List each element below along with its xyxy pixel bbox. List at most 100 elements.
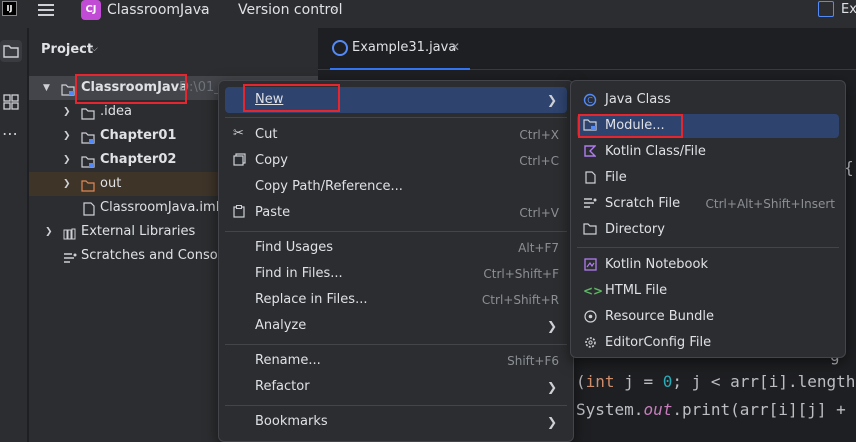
kotlin-notebook-icon (583, 258, 597, 272)
more-tools-icon[interactable]: ⋯ (2, 124, 19, 143)
chevron-down-icon: ⌵ (331, 3, 339, 14)
menu-item-label: Copy (255, 153, 288, 168)
menu-separator (577, 247, 839, 248)
code-number: 0 (662, 372, 673, 391)
menu-item-shortcut: Ctrl+V (519, 206, 559, 220)
code-field: out (643, 400, 673, 419)
version-control-menu[interactable]: Version control (238, 2, 342, 18)
submenu-item-label: Kotlin Notebook (605, 257, 708, 272)
chevron-right-icon[interactable]: ❯ (63, 124, 71, 148)
menu-item-replace-in-files[interactable]: Replace in Files... Ctrl+Shift+R (225, 287, 567, 313)
directory-icon (583, 223, 597, 237)
submenu-item-file[interactable]: File (577, 166, 839, 190)
code-line[interactable]: (int j = 0; j < arr[i].length (576, 372, 855, 391)
file-icon (583, 171, 597, 185)
menu-item-label: Find Usages (255, 240, 334, 255)
submenu-item-java-class[interactable]: C Java Class (577, 88, 839, 112)
main-menu-icon[interactable] (38, 4, 54, 16)
module-icon (583, 119, 597, 133)
scratch-file-icon (583, 197, 597, 211)
submenu-item-label: Java Class (605, 92, 671, 107)
submenu-item-shortcut: Ctrl+Alt+Shift+Insert (705, 197, 835, 211)
tree-item-label: ClassroomJava.iml (100, 200, 220, 215)
submenu-item-label: EditorConfig File (605, 335, 712, 350)
code-line[interactable]: System.out.print(arr[i][j] + (576, 400, 846, 419)
menu-item-label: Replace in Files... (255, 292, 368, 307)
scissors-icon: ✂ (233, 126, 244, 141)
menu-item-find-usages[interactable]: Find Usages Alt+F7 (225, 235, 567, 261)
app-logo-icon: IJ (2, 1, 17, 16)
code-keyword: int (585, 372, 615, 391)
menu-item-analyze[interactable]: Analyze ❯ (225, 313, 567, 339)
submenu-item-html-file[interactable]: <> HTML File (577, 279, 839, 303)
chevron-right-icon[interactable]: ❯ (45, 220, 53, 244)
menu-item-label: Find in Files... (255, 266, 343, 281)
menu-item-label: Bookmarks (255, 414, 328, 429)
scratches-icon (63, 249, 77, 273)
submenu-item-kotlin-notebook[interactable]: Kotlin Notebook (577, 253, 839, 277)
run-config-icon[interactable] (818, 1, 834, 17)
java-class-icon: C (583, 93, 597, 107)
svg-text:C: C (587, 96, 593, 105)
project-switcher[interactable]: ClassroomJava (107, 2, 210, 18)
menu-item-label: Rename... (255, 353, 321, 368)
chevron-right-icon[interactable]: ❯ (63, 172, 71, 196)
chevron-right-icon[interactable]: ❯ (63, 100, 71, 124)
code-text: System. (576, 400, 644, 419)
menu-item-shortcut: Ctrl+Shift+R (481, 293, 559, 307)
copy-icon (233, 153, 247, 167)
tab-label: Example31.java (352, 40, 457, 55)
chevron-down-icon[interactable]: ▼ (43, 76, 50, 100)
tree-item-label: Chapter02 (100, 152, 177, 167)
chevron-down-icon[interactable]: ⌵ (91, 44, 98, 54)
menu-item-paste[interactable]: Paste Ctrl+V (225, 200, 567, 226)
chevron-right-icon: ❯ (546, 319, 557, 333)
submenu-item-label: Kotlin Class/File (605, 144, 706, 159)
menu-item-rename[interactable]: Rename... Shift+F6 (225, 348, 567, 374)
menu-item-refactor[interactable]: Refactor ❯ (225, 374, 567, 400)
project-pane-title[interactable]: Project (41, 42, 93, 57)
tab-example31[interactable]: Example31.java ✕ (330, 38, 470, 70)
tree-item-label: .idea (100, 104, 132, 119)
menu-item-find-in-files[interactable]: Find in Files... Ctrl+Shift+F (225, 261, 567, 287)
submenu-item-label: File (605, 170, 627, 185)
submenu-item-module[interactable]: Module... (577, 114, 839, 138)
submenu-item-label: Directory (605, 222, 665, 237)
project-tool-icon[interactable] (0, 40, 22, 62)
code-text: j = (614, 372, 663, 391)
menu-item-cut[interactable]: ✂ Cut Ctrl+X (225, 122, 567, 148)
close-icon[interactable]: ✕ (450, 40, 460, 54)
submenu-item-label: Scratch File (605, 196, 681, 211)
submenu-item-label: Resource Bundle (605, 309, 715, 324)
chevron-right-icon[interactable]: ❯ (63, 148, 71, 172)
kotlin-icon (583, 145, 597, 159)
paste-icon (233, 205, 247, 219)
menu-item-bookmarks[interactable]: Bookmarks ❯ (225, 409, 567, 435)
menu-item-label: Refactor (255, 379, 310, 394)
title-bar: IJ CJ ClassroomJava ⌵ Version control ⌵ … (0, 0, 856, 28)
menu-item-copy-path[interactable]: Copy Path/Reference... (225, 174, 567, 200)
project-badge[interactable]: CJ (81, 0, 101, 20)
menu-item-shortcut: Alt+F7 (518, 241, 559, 255)
menu-item-label: Paste (255, 205, 291, 220)
submenu-item-scratch-file[interactable]: Scratch File Ctrl+Alt+Shift+Insert (577, 192, 839, 216)
structure-tool-icon[interactable] (0, 90, 22, 112)
menu-item-label: Copy Path/Reference... (255, 179, 403, 194)
code-text: .print(arr[i][j] + (672, 400, 846, 419)
tree-item-label: out (100, 176, 122, 191)
code-text: ; j < arr[i].length (672, 372, 856, 391)
context-menu: New ❯ ✂ Cut Ctrl+X Copy Ctrl+C Copy Path… (218, 80, 574, 442)
run-config-label[interactable]: Ex (841, 2, 856, 17)
submenu-item-editorconfig[interactable]: EditorConfig File (577, 331, 839, 355)
java-class-icon (332, 40, 348, 56)
submenu-item-kotlin-class[interactable]: Kotlin Class/File (577, 140, 839, 164)
menu-item-new[interactable]: New ❯ (225, 87, 567, 113)
menu-separator (225, 405, 567, 406)
menu-item-copy[interactable]: Copy Ctrl+C (225, 148, 567, 174)
submenu-item-directory[interactable]: Directory (577, 218, 839, 242)
submenu-item-resource-bundle[interactable]: Resource Bundle (577, 305, 839, 329)
chevron-right-icon: ❯ (546, 415, 557, 429)
menu-item-label: Analyze (255, 318, 307, 333)
chevron-right-icon: ❯ (546, 93, 557, 107)
tree-item-label: External Libraries (81, 224, 196, 239)
